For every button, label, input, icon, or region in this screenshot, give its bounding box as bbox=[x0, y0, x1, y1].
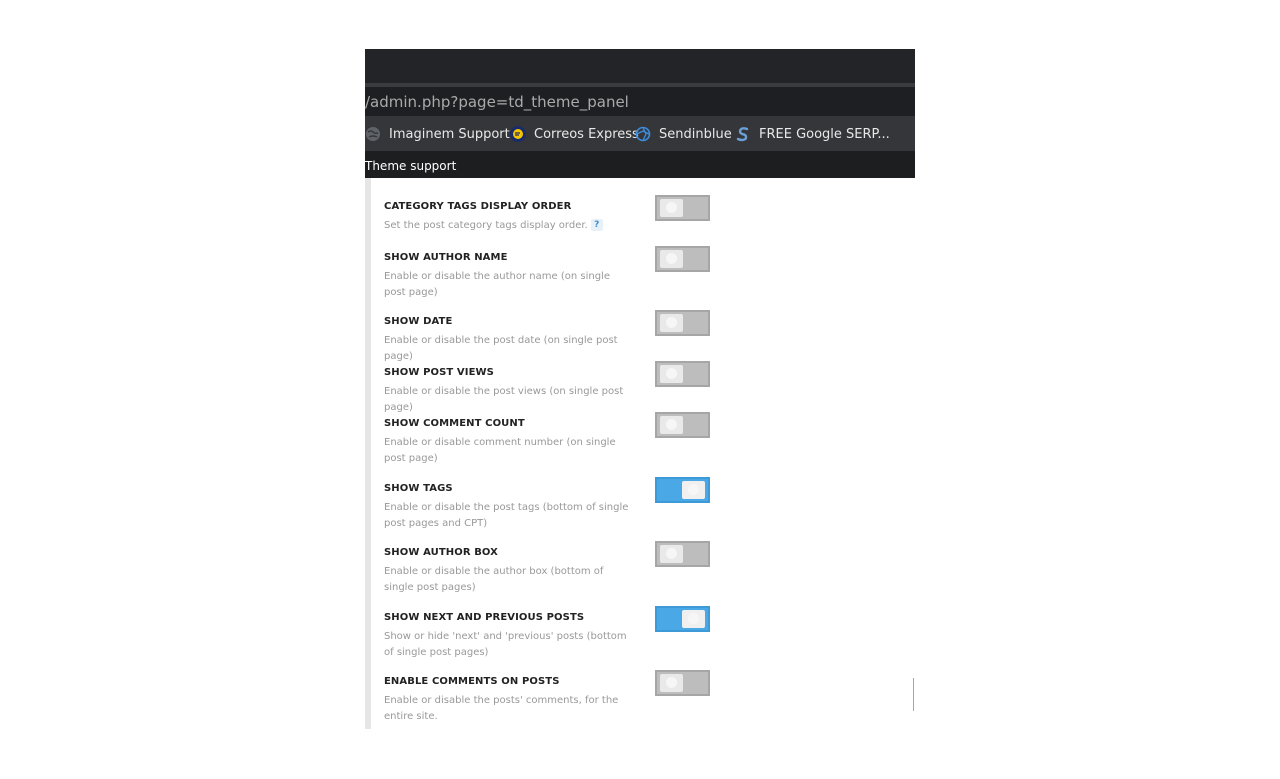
setting-row-show-date: SHOW DATE Enable or disable the post dat… bbox=[384, 310, 914, 364]
setting-row-show-next-previous-posts: SHOW NEXT AND PREVIOUS POSTS Show or hid… bbox=[384, 606, 914, 660]
bookmark-free-google-serp[interactable]: FREE Google SERP... bbox=[735, 125, 890, 143]
sendinblue-logo-icon bbox=[635, 126, 651, 142]
globe-icon bbox=[365, 126, 381, 142]
serp-s-logo-icon bbox=[735, 126, 751, 142]
toggle-enable-comments[interactable] bbox=[655, 670, 710, 696]
setting-description-text: Set the post category tags display order… bbox=[384, 220, 588, 231]
text-cursor-line bbox=[913, 678, 914, 711]
toggle-show-comment-count[interactable] bbox=[655, 412, 710, 438]
toggle-show-author-name[interactable] bbox=[655, 246, 710, 272]
setting-description: Enable or disable the post tags (bottom … bbox=[384, 502, 629, 529]
screenshot-frame: /admin.php?page=td_theme_panel Imaginem … bbox=[365, 49, 915, 729]
setting-row-show-post-views: SHOW POST VIEWS Enable or disable the po… bbox=[384, 361, 914, 415]
panel-left-border bbox=[365, 178, 371, 729]
browser-tab-strip bbox=[365, 49, 915, 85]
setting-title: SHOW COMMENT COUNT bbox=[384, 418, 525, 429]
setting-row-show-tags: SHOW TAGS Enable or disable the post tag… bbox=[384, 477, 914, 531]
setting-description: Set the post category tags display order… bbox=[384, 218, 629, 234]
bookmark-imaginem-support[interactable]: Imaginem Support... bbox=[365, 125, 522, 143]
bookmark-label: Correos Express bbox=[534, 126, 639, 142]
setting-description: Enable or disable comment number (on sin… bbox=[384, 437, 616, 464]
setting-title: SHOW DATE bbox=[384, 316, 453, 327]
theme-support-link[interactable]: Theme support bbox=[365, 159, 456, 173]
toggle-knob bbox=[682, 481, 705, 499]
toggle-category-tags-order[interactable] bbox=[655, 195, 710, 221]
address-bar-url[interactable]: /admin.php?page=td_theme_panel bbox=[365, 93, 629, 111]
setting-description: Show or hide 'next' and 'previous' posts… bbox=[384, 631, 627, 658]
toggle-knob bbox=[660, 314, 683, 332]
correos-logo-icon bbox=[510, 126, 526, 142]
setting-row-show-author-box: SHOW AUTHOR BOX Enable or disable the au… bbox=[384, 541, 914, 595]
toggle-knob bbox=[660, 674, 683, 692]
toggle-show-author-box[interactable] bbox=[655, 541, 710, 567]
bookmark-correos-express[interactable]: Correos Express bbox=[510, 125, 639, 143]
bookmark-sendinblue[interactable]: Sendinblue bbox=[635, 125, 732, 143]
setting-description: Enable or disable the author name (on si… bbox=[384, 271, 610, 298]
toggle-knob bbox=[660, 365, 683, 383]
setting-row-show-author-name: SHOW AUTHOR NAME Enable or disable the a… bbox=[384, 246, 914, 300]
help-icon[interactable]: ? bbox=[590, 219, 603, 231]
setting-title: CATEGORY TAGS DISPLAY ORDER bbox=[384, 201, 572, 212]
toggle-knob bbox=[660, 416, 683, 434]
setting-row-show-comment-count: SHOW COMMENT COUNT Enable or disable com… bbox=[384, 412, 914, 466]
toggle-show-post-views[interactable] bbox=[655, 361, 710, 387]
setting-description: Enable or disable the posts' comments, f… bbox=[384, 695, 619, 722]
setting-title: ENABLE COMMENTS ON POSTS bbox=[384, 676, 560, 687]
toggle-knob bbox=[682, 610, 705, 628]
setting-title: SHOW AUTHOR NAME bbox=[384, 252, 508, 263]
bookmark-label: FREE Google SERP... bbox=[759, 126, 890, 142]
bookmark-label: Imaginem Support... bbox=[389, 126, 523, 142]
setting-title: SHOW AUTHOR BOX bbox=[384, 547, 498, 558]
setting-title: SHOW TAGS bbox=[384, 483, 453, 494]
setting-title: SHOW POST VIEWS bbox=[384, 367, 494, 378]
toggle-show-next-previous-posts[interactable] bbox=[655, 606, 710, 632]
setting-description: Enable or disable the post views (on sin… bbox=[384, 386, 624, 413]
setting-row-enable-comments: ENABLE COMMENTS ON POSTS Enable or disab… bbox=[384, 670, 914, 724]
toggle-show-tags[interactable] bbox=[655, 477, 710, 503]
setting-row-category-tags-order: CATEGORY TAGS DISPLAY ORDER Set the post… bbox=[384, 195, 914, 234]
setting-title: SHOW NEXT AND PREVIOUS POSTS bbox=[384, 612, 585, 623]
toggle-knob bbox=[660, 545, 683, 563]
setting-description: Enable or disable the post date (on sing… bbox=[384, 335, 618, 362]
setting-description: Enable or disable the author box (bottom… bbox=[384, 566, 604, 593]
toggle-knob bbox=[660, 250, 683, 268]
bookmark-label: Sendinblue bbox=[659, 126, 732, 142]
toggle-knob bbox=[660, 199, 683, 217]
toggle-show-date[interactable] bbox=[655, 310, 710, 336]
